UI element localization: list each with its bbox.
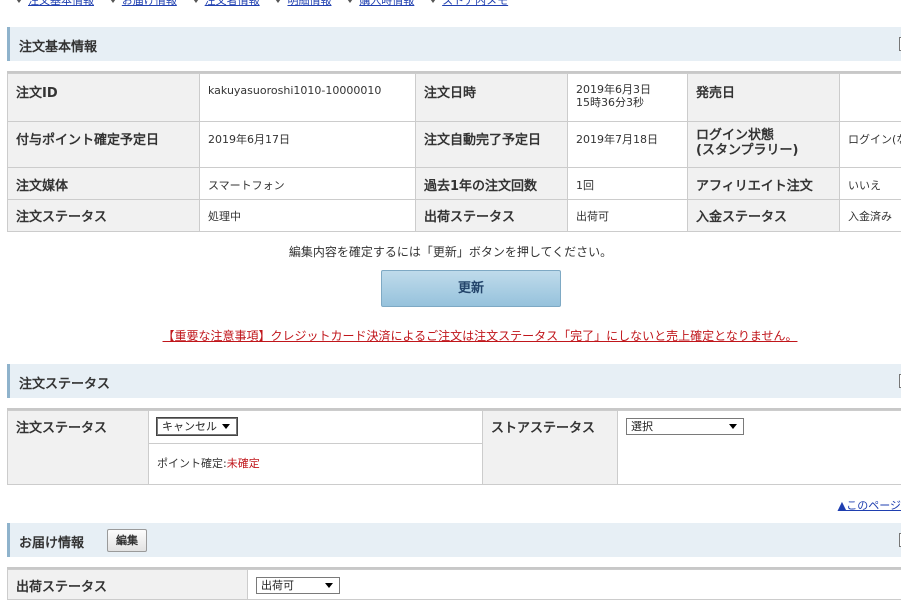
point-confirm-label: ポイント確定: <box>157 457 227 470</box>
order-datetime-value: 2019年6月3日 15時36分3秒 <box>568 74 688 122</box>
order-status-table: 注文ステータス キャンセル ストアステータス 選択 ポイント確定:未確定 <box>7 410 901 485</box>
ship-status-label: 出荷ステータス <box>416 200 568 232</box>
edit-button[interactable]: 編集 <box>107 529 147 552</box>
store-status-select[interactable]: 選択 <box>626 418 744 435</box>
basic-info-title: 注文基本情報 <box>19 36 97 55</box>
anchor-nav: 注文基本情報 お届け情報 注文者情報 明細情報 購入時情報 ストア内メモ <box>14 0 518 9</box>
update-button[interactable]: 更新 <box>381 270 561 307</box>
nav-link-basic[interactable]: 注文基本情報 <box>28 0 94 9</box>
triangle-down-icon <box>428 0 438 3</box>
table-row: 注文ID kakuyasuoroshi1010-10000010 注文日時 20… <box>8 74 901 122</box>
table-row: 付与ポイント確定予定日 2019年6月17日 注文自動完了予定日 2019年7月… <box>8 122 901 168</box>
nav-item-purchase[interactable]: 購入時情報 <box>345 0 424 7</box>
page-top-link[interactable]: ▲このページ <box>838 497 901 513</box>
affiliate-value: いいえ <box>840 168 901 200</box>
order-status-select[interactable]: キャンセル <box>157 418 237 435</box>
order-status-value: 処理中 <box>200 200 416 232</box>
triangle-down-icon <box>191 0 201 3</box>
order-status-header: 注文ステータス <box>7 364 901 398</box>
nav-item-basic[interactable]: 注文基本情報 <box>14 0 104 7</box>
login-state-label-1: ログイン状態 <box>696 128 831 143</box>
nav-item-memo[interactable]: ストア内メモ <box>428 0 518 7</box>
table-row: 注文媒体 スマートフォン 過去1年の注文回数 1回 アフィリエイト注文 いいえ <box>8 168 901 200</box>
order-status-field-label: 注文ステータス <box>8 411 149 485</box>
order-time: 15時36分3秒 <box>576 96 679 109</box>
point-confirm-cell: ポイント確定:未確定 <box>149 444 483 485</box>
auto-complete-label: 注文自動完了予定日 <box>416 122 568 168</box>
payment-status-label: 入金ステータス <box>688 200 840 232</box>
point-confirm-value: 未確定 <box>227 457 260 470</box>
delivery-ship-status-label: 出荷ステータス <box>8 570 248 600</box>
order-media-value: スマートフォン <box>200 168 416 200</box>
store-status-label: ストアステータス <box>483 411 618 485</box>
table-row: 出荷ステータス 出荷可 <box>8 570 901 600</box>
store-status-select-cell: 選択 <box>618 411 901 485</box>
point-date-label: 付与ポイント確定予定日 <box>8 122 200 168</box>
affiliate-label: アフィリエイト注文 <box>688 168 840 200</box>
login-state-label: ログイン状態 (スタンプラリー) <box>688 122 840 168</box>
delivery-title: お届け情報 <box>19 532 84 551</box>
order-media-label: 注文媒体 <box>8 168 200 200</box>
store-status-selected: 選択 <box>631 420 653 433</box>
order-date: 2019年6月3日 <box>576 83 679 96</box>
payment-status-value: 入金済み <box>840 200 901 232</box>
delivery-header: お届け情報 編集 <box>7 523 901 557</box>
order-status-title: 注文ステータス <box>19 373 110 392</box>
order-status-selected: キャンセル <box>162 420 217 433</box>
nav-item-detail[interactable]: 明細情報 <box>273 0 341 7</box>
update-notice: 編集内容を確定するには「更新」ボタンを押してください。 <box>0 243 901 260</box>
chevron-down-icon <box>729 424 737 429</box>
nav-link-delivery[interactable]: お届け情報 <box>122 0 177 9</box>
triangle-down-icon <box>108 0 118 3</box>
ship-status-value: 出荷可 <box>568 200 688 232</box>
nav-item-delivery[interactable]: お届け情報 <box>108 0 187 7</box>
table-row: 注文ステータス 処理中 出荷ステータス 出荷可 入金ステータス 入金済み <box>8 200 901 232</box>
point-date-value: 2019年6月17日 <box>200 122 416 168</box>
login-state-label-2: (スタンプラリー) <box>696 143 831 158</box>
delivery-ship-status-select[interactable]: 出荷可 <box>256 577 340 594</box>
nav-link-purchase[interactable]: 購入時情報 <box>359 0 414 9</box>
order-id-value: kakuyasuoroshi1010-10000010 <box>200 74 416 122</box>
release-date-value <box>840 74 901 122</box>
delivery-ship-status-cell: 出荷可 <box>248 570 901 600</box>
order-status-label: 注文ステータス <box>8 200 200 232</box>
nav-link-memo[interactable]: ストア内メモ <box>442 0 508 9</box>
chevron-down-icon <box>222 424 230 429</box>
nav-link-orderer[interactable]: 注文者情報 <box>205 0 260 9</box>
nav-link-detail[interactable]: 明細情報 <box>287 0 331 9</box>
release-date-label: 発売日 <box>688 74 840 122</box>
delivery-ship-status-selected: 出荷可 <box>261 579 294 592</box>
important-warning[interactable]: 【重要な注意事項】クレジットカード決済によるご注文は注文ステータス「完了」にしな… <box>0 327 901 344</box>
order-datetime-label: 注文日時 <box>416 74 568 122</box>
table-row: 注文ステータス キャンセル ストアステータス 選択 <box>8 411 901 444</box>
basic-info-table: 注文ID kakuyasuoroshi1010-10000010 注文日時 20… <box>7 73 901 232</box>
order-count-value: 1回 <box>568 168 688 200</box>
basic-info-header: 注文基本情報 <box>7 27 901 61</box>
nav-item-orderer[interactable]: 注文者情報 <box>191 0 270 7</box>
triangle-down-icon <box>14 0 24 3</box>
login-state-value: ログイン(な <box>840 122 901 168</box>
chevron-down-icon <box>325 583 333 588</box>
auto-complete-value: 2019年7月18日 <box>568 122 688 168</box>
triangle-down-icon <box>273 0 283 3</box>
order-count-label: 過去1年の注文回数 <box>416 168 568 200</box>
order-id-label: 注文ID <box>8 74 200 122</box>
order-status-select-cell: キャンセル <box>149 411 483 444</box>
triangle-down-icon <box>345 0 355 3</box>
delivery-table: 出荷ステータス 出荷可 <box>7 569 901 600</box>
